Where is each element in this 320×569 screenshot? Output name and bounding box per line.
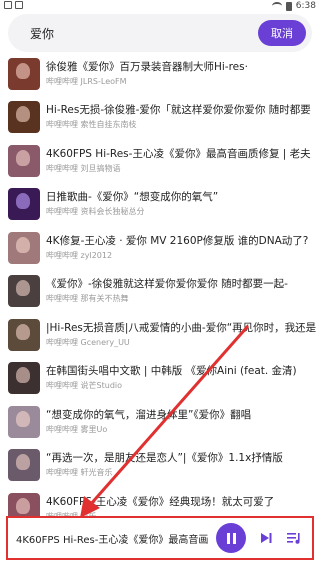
result-title: 4K60FPS Hi-Res-王心凌《爱你》最高音画质修复 | 老夫 (46, 147, 311, 160)
result-title: 日推歌曲-《爱你》“想变成你的氧气” (46, 191, 219, 204)
result-subtitle: 哔哩哔哩 JLRS-LeoFM (46, 76, 127, 86)
result-text: “再选一次，是朋友还是恋人”|《爱你》1.1x抒情版 哔哩哔哩 轩光音乐 (46, 451, 320, 479)
result-subtitle: 哔哩哔哩 索性自挂东南枝 (46, 120, 137, 130)
result-text: Hi-Res无损-徐俊雅-爱你「就这样爱你爱你爱你 随时都要 哔哩哔哩 索性自挂东… (46, 103, 320, 131)
result-title: “想变成你的氧气，溜进身体里”《爱你》翻唱 (46, 408, 252, 421)
result-title: 4K60FPS-王心凌《爱你》经典现场！就太可爱了 (46, 495, 275, 508)
pause-button[interactable] (216, 523, 246, 553)
result-item[interactable]: 4K60FPS Hi-Res-王心凌《爱你》最高音画质修复 | 老夫 哔哩哔哩 刘… (0, 139, 320, 183)
result-thumbnail (8, 57, 40, 90)
result-title: 徐俊雅《爱你》百万录装音器制大师Hi-res· (46, 60, 248, 73)
result-subtitle: 哔哩哔哩 刘旦搞物语 (46, 163, 121, 173)
result-title: |Hi-Res无损音质|八戒爱情的小曲-爱你“再见你时，我还是 (46, 321, 317, 334)
result-title: 在韩国街头唱中文歌 | 中韩版 《爱你Aini (feat. 金清) (46, 365, 297, 378)
result-thumbnail (8, 101, 40, 134)
result-text: “想变成你的氧气，溜进身体里”《爱你》翻唱 哔哩哔哩 雾里Uo (46, 408, 320, 436)
playlist-icon (287, 533, 300, 544)
result-text: 日推歌曲-《爱你》“想变成你的氧气” 哔哩哔哩 资料会长独秘总分 (46, 190, 320, 218)
result-thumbnail (8, 144, 40, 177)
search-bar: 取消 (8, 14, 312, 52)
result-thumbnail (8, 449, 40, 482)
status-bar: 6:38 (0, 0, 320, 14)
result-item[interactable]: 4K修复-王心凌 · 爱你 MV 2160P修复版 谁的DNA动了? 哔哩哔哩 z… (0, 226, 320, 270)
result-subtitle: 哔哩哔哩 雾里Uo (46, 424, 108, 434)
result-title: 4K修复-王心凌 · 爱你 MV 2160P修复版 谁的DNA动了? (46, 234, 309, 247)
result-title: 《爱你》-徐俊雅就这样爱你爱你爱你 随时都要一起- (46, 278, 288, 291)
result-text: |Hi-Res无损音质|八戒爱情的小曲-爱你“再见你时，我还是 哔哩哔哩 Gcen… (46, 321, 320, 349)
result-item[interactable]: 日推歌曲-《爱你》“想变成你的氧气” 哔哩哔哩 资料会长独秘总分 (0, 183, 320, 227)
result-thumbnail (8, 405, 40, 438)
result-item[interactable]: 《爱你》-徐俊雅就这样爱你爱你爱你 随时都要一起- 哔哩哔哩 那有关不热舞 (0, 270, 320, 314)
next-track-button[interactable] (258, 530, 274, 546)
notification-icon (4, 1, 12, 9)
status-notifications (4, 1, 23, 9)
result-item[interactable]: 徐俊雅《爱你》百万录装音器制大师Hi-res· 哔哩哔哩 JLRS-LeoFM (0, 52, 320, 96)
result-thumbnail (8, 188, 40, 221)
result-title: “再选一次，是朋友还是恋人”|《爱你》1.1x抒情版 (46, 452, 283, 465)
result-thumbnail (8, 318, 40, 351)
result-item[interactable]: Hi-Res无损-徐俊雅-爱你「就这样爱你爱你爱你 随时都要 哔哩哔哩 索性自挂东… (0, 96, 320, 140)
result-item[interactable]: |Hi-Res无损音质|八戒爱情的小曲-爱你“再见你时，我还是 哔哩哔哩 Gcen… (0, 313, 320, 357)
result-text: 在韩国街头唱中文歌 | 中韩版 《爱你Aini (feat. 金清) 哔哩哔哩 说… (46, 364, 320, 392)
playlist-button[interactable] (286, 530, 302, 546)
result-subtitle: 哔哩哔哩 轩光音乐 (46, 468, 113, 478)
result-subtitle: 哔哩哔哩 资料会长独秘总分 (46, 207, 145, 217)
result-text: 徐俊雅《爱你》百万录装音器制大师Hi-res· 哔哩哔哩 JLRS-LeoFM (46, 60, 320, 88)
skip-next-icon (261, 533, 272, 543)
cancel-button[interactable]: 取消 (258, 20, 306, 46)
notification-icon (15, 1, 23, 9)
result-subtitle: 哔哩哔哩 说芒Studio (46, 381, 123, 391)
result-subtitle: 哔哩哔哩 zyl2012 (46, 250, 113, 260)
result-item[interactable]: “再选一次，是朋友还是恋人”|《爱你》1.1x抒情版 哔哩哔哩 轩光音乐 (0, 444, 320, 488)
result-list: 徐俊雅《爱你》百万录装音器制大师Hi-res· 哔哩哔哩 JLRS-LeoFM Hi… (0, 52, 320, 531)
wifi-icon (271, 2, 282, 10)
result-item[interactable]: 在韩国街头唱中文歌 | 中韩版 《爱你Aini (feat. 金清) 哔哩哔哩 说… (0, 357, 320, 401)
status-time: 6:38 (295, 1, 316, 11)
result-text: 4K60FPS Hi-Res-王心凌《爱你》最高音画质修复 | 老夫 哔哩哔哩 刘… (46, 147, 320, 175)
search-input[interactable] (8, 14, 258, 52)
status-system: 6:38 (271, 1, 316, 11)
result-subtitle: 哔哩哔哩 Gcenery_UU (46, 337, 130, 347)
result-subtitle: 哔哩哔哩 那有关不热舞 (46, 294, 129, 304)
battery-icon (285, 1, 292, 11)
result-text: 《爱你》-徐俊雅就这样爱你爱你爱你 随时都要一起- 哔哩哔哩 那有关不热舞 (46, 277, 320, 305)
mini-player[interactable]: 4K60FPS Hi-Res-王心凌《爱你》最高音画 (6, 516, 314, 560)
result-text: 4K修复-王心凌 · 爱你 MV 2160P修复版 谁的DNA动了? 哔哩哔哩 z… (46, 234, 320, 262)
result-thumbnail (8, 362, 40, 395)
now-playing-title[interactable]: 4K60FPS Hi-Res-王心凌《爱你》最高音画 (8, 531, 216, 546)
pause-icon (226, 532, 230, 544)
result-thumbnail (8, 231, 40, 264)
result-thumbnail (8, 275, 40, 308)
result-title: Hi-Res无损-徐俊雅-爱你「就这样爱你爱你爱你 随时都要 (46, 104, 311, 117)
result-item[interactable]: “想变成你的氧气，溜进身体里”《爱你》翻唱 哔哩哔哩 雾里Uo (0, 400, 320, 444)
